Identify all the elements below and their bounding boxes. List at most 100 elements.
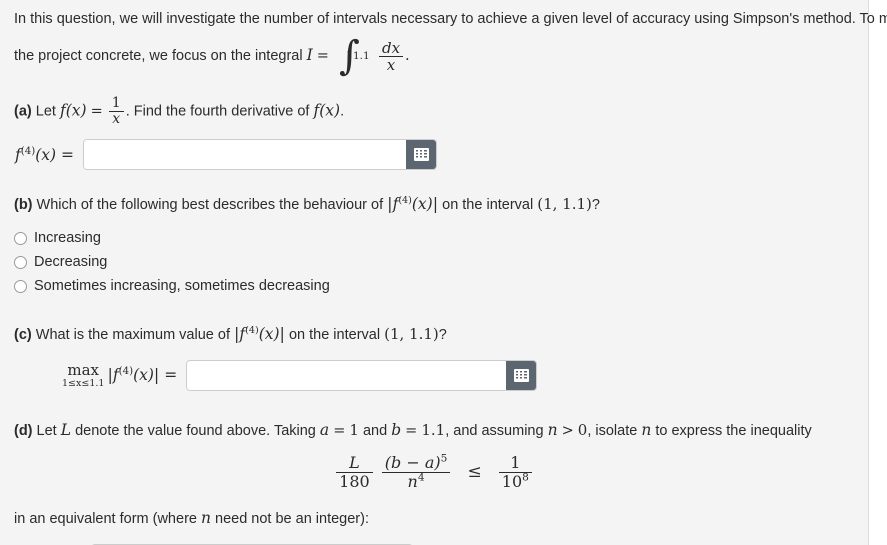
part-d-prompt: (d) Let L denote the value found above. …	[14, 419, 854, 442]
part-a-answer-field[interactable]	[83, 139, 438, 171]
part-d-label: (d)	[14, 423, 33, 440]
intro-line-2: the project concrete, we focus on the in…	[14, 33, 854, 77]
closing-text-after: need not be an integer):	[215, 510, 369, 527]
radio-decreasing[interactable]	[14, 256, 27, 270]
part-d-text-3: , and assuming	[445, 423, 544, 440]
part-b-label: (b)	[14, 197, 33, 214]
question-content-area: In this question, we will investigate th…	[0, 0, 887, 545]
max-operator: max 1≤x≤1.1	[62, 363, 104, 389]
option-increasing[interactable]: Increasing	[14, 228, 854, 249]
part-d-inequality: L 180 (b − a)5 n4 ≤ 1 108	[14, 454, 854, 490]
max-operator-range: 1≤x≤1.1	[62, 378, 105, 390]
part-a-prompt: (a) Let f(x) = 1 x . Find the fourth der…	[14, 95, 854, 127]
inequality-exponent-4: 4	[417, 471, 425, 484]
option-sometimes-label: Sometimes increasing, sometimes decreasi…	[34, 278, 330, 295]
option-decreasing-label: Decreasing	[34, 254, 108, 271]
inequality-fraction-L-over-180: L 180	[336, 454, 373, 490]
part-b-text-after: on the interval	[442, 197, 534, 214]
intro-equals: =	[316, 48, 329, 65]
part-d-closing-text: in an equivalent form (where n need not …	[14, 507, 854, 530]
part-d-greater-than: >	[561, 423, 574, 440]
inequality-fraction-ba5-over-n4: (b − a)5 n4	[381, 453, 451, 491]
inequality-n: n	[407, 471, 418, 491]
part-a-fraction-numerator: 1	[111, 95, 121, 112]
part-b-interval: (1, 1.1)	[537, 195, 592, 214]
inequality-exponent-5: 5	[440, 453, 448, 465]
inequality-exponent-8: 8	[522, 471, 529, 484]
closing-text-before: in an equivalent form (where	[14, 510, 197, 527]
radio-increasing[interactable]	[14, 232, 27, 246]
part-d-text-4: , isolate	[587, 423, 638, 440]
part-d-eq-1: =	[333, 423, 346, 440]
part-a-text-before: Let	[35, 103, 56, 120]
option-sometimes[interactable]: Sometimes increasing, sometimes decreasi…	[14, 276, 854, 297]
page-root: In this question, we will investigate th…	[0, 0, 887, 545]
closing-var-n: n	[201, 508, 211, 527]
option-decreasing[interactable]: Decreasing	[14, 252, 854, 273]
part-b-text-before: Which of the following best describes th…	[36, 197, 384, 214]
part-d-eq-2: =	[405, 423, 418, 440]
part-c-text-after: on the interval	[288, 327, 381, 344]
math-keypad-button-c[interactable]	[506, 361, 537, 391]
part-c-answer-equals: =	[164, 365, 178, 384]
part-c-answer-order: (4)	[118, 365, 134, 377]
part-a-fraction: 1 x	[108, 95, 124, 127]
inequality-ten: 10	[501, 471, 523, 491]
part-b-prompt: (b) Which of the following best describe…	[14, 192, 854, 216]
part-b-question-mark: ?	[591, 197, 600, 214]
part-d-val-b: 1.1	[421, 421, 446, 440]
part-d-var-b: b	[391, 421, 402, 440]
intro-period: .	[405, 48, 410, 65]
part-b-options: Increasing Decreasing Sometimes increasi…	[14, 228, 854, 297]
part-d-text-5: to express the inequality	[655, 423, 812, 440]
inequality-L: L	[349, 453, 360, 473]
inequality-n-pow4: n4	[381, 471, 451, 491]
part-d-var-n-1: n	[547, 421, 558, 440]
part-c-answer-label: max 1≤x≤1.1 |f(4)(x)| =	[62, 363, 177, 389]
part-a-function-2: f(x)	[313, 101, 341, 120]
part-c-answer-input[interactable]	[187, 361, 507, 391]
math-keypad-icon	[413, 148, 429, 162]
part-a-answer-label: f(4)(x) =	[15, 144, 74, 166]
part-d-text-2: denote the value found above. Taking	[75, 423, 316, 440]
inequality-one: 1	[510, 453, 521, 473]
radio-sometimes[interactable]	[14, 280, 27, 294]
part-c-question-mark: ?	[438, 327, 447, 344]
intro-line-1: In this question, we will investigate th…	[14, 11, 887, 27]
part-b-expr-order: (4)	[398, 195, 412, 207]
part-c-abs-close: |	[279, 324, 285, 344]
max-operator-name: max	[67, 361, 100, 380]
part-c-text-before: What is the maximum value of	[35, 327, 230, 344]
inequality-180: 180	[336, 471, 373, 490]
part-d-text-1: Let	[36, 423, 57, 440]
part-c-label: (c)	[14, 327, 32, 344]
part-c-interval: (1, 1.1)	[384, 325, 439, 344]
part-c-expr-arg: (x)	[258, 325, 280, 344]
definite-integral: ∫ 1.1 1	[333, 34, 373, 78]
part-a-label: (a)	[14, 103, 32, 120]
part-a-answer-equals: =	[61, 145, 75, 164]
part-d-val-zero: 0	[577, 421, 588, 440]
part-a-equals: =	[90, 103, 103, 120]
integral-variable-I: I	[306, 46, 313, 65]
part-c-answer-field[interactable]	[186, 360, 538, 392]
intro-line-2-text: the project concrete, we focus on the in…	[14, 48, 303, 65]
part-d-and: and	[362, 423, 388, 440]
option-increasing-label: Increasing	[34, 230, 101, 247]
part-b-expr-arg: (x)	[411, 195, 433, 214]
part-b-abs-close: |	[432, 194, 439, 214]
part-a-answer-arg: (x)	[35, 145, 57, 164]
part-c-answer-arg: (x)	[133, 365, 154, 384]
integral-upper-limit: 1.1	[352, 50, 370, 63]
part-a-answer-row: f(4)(x) =	[14, 139, 854, 171]
part-a-function: f(x)	[59, 101, 87, 120]
part-a-answer-input[interactable]	[84, 140, 407, 170]
part-d-var-a: a	[319, 421, 330, 440]
math-keypad-button-a[interactable]	[406, 140, 437, 170]
part-d-val-a: 1	[349, 421, 359, 440]
part-d-var-n-2: n	[641, 421, 652, 440]
integral-lower-limit: 1	[345, 49, 353, 62]
inequality-b-minus-a-pow5: (b − a)5	[382, 453, 451, 472]
part-a-text-after: . Find the fourth derivative of	[125, 103, 310, 120]
part-a-answer-order: (4)	[20, 145, 36, 157]
